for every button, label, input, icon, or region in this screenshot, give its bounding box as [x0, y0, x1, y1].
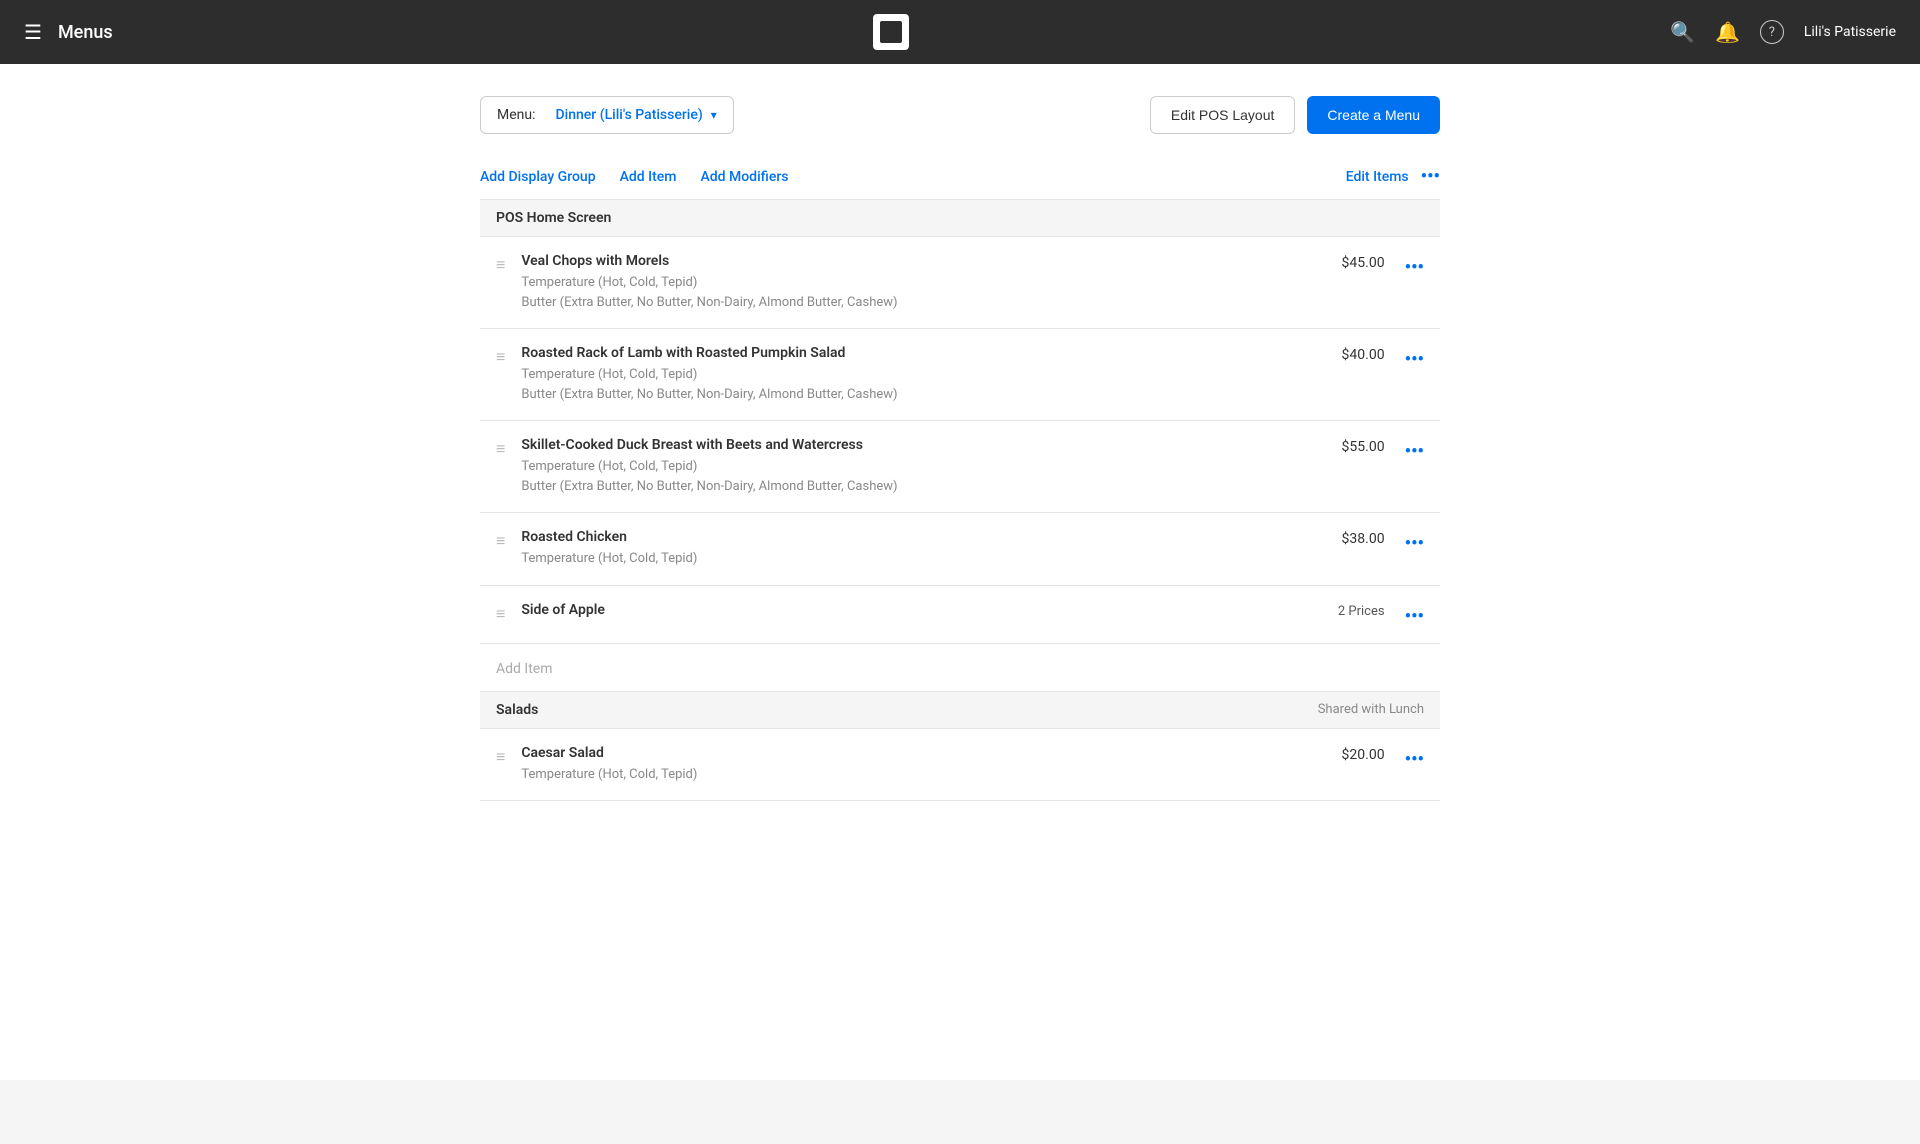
- item-right: $38.00 •••: [1342, 529, 1424, 554]
- nav-title: Menus: [58, 22, 113, 43]
- item-modifier: Butter (Extra Butter, No Butter, Non-Dai…: [521, 293, 1341, 313]
- drag-handle-icon[interactable]: ≡: [496, 347, 505, 367]
- drag-handle-icon[interactable]: ≡: [496, 747, 505, 767]
- drag-handle-icon[interactable]: ≡: [496, 439, 505, 459]
- item-info: Skillet-Cooked Duck Breast with Beets an…: [521, 437, 1341, 496]
- nav-right: 🔍 🔔 ? Lili's Patisserie: [1670, 20, 1896, 44]
- main-wrapper: Menu: Dinner (Lili's Patisserie) ▾ Edit …: [0, 64, 1920, 1080]
- table-row: ≡ Roasted Rack of Lamb with Roasted Pump…: [480, 329, 1440, 421]
- table-row: ≡ Side of Apple 2 Prices •••: [480, 586, 1440, 644]
- section-title-pos: POS Home Screen: [496, 210, 611, 226]
- item-right: $45.00 •••: [1342, 253, 1424, 278]
- add-modifiers-link[interactable]: Add Modifiers: [700, 169, 788, 185]
- drag-handle-icon[interactable]: ≡: [496, 604, 505, 624]
- drag-handle-icon[interactable]: ≡: [496, 531, 505, 551]
- item-modifier: Temperature (Hot, Cold, Tepid): [521, 457, 1341, 477]
- section-subtitle-salads: Shared with Lunch: [1318, 702, 1424, 717]
- item-modifier: Temperature (Hot, Cold, Tepid): [521, 365, 1341, 385]
- section-title-salads: Salads: [496, 702, 538, 718]
- item-more-icon[interactable]: •••: [1405, 257, 1424, 278]
- item-name: Roasted Chicken: [521, 529, 1341, 545]
- item-modifier: Temperature (Hot, Cold, Tepid): [521, 549, 1341, 569]
- nav-center: [113, 14, 1670, 50]
- edit-pos-layout-button[interactable]: Edit POS Layout: [1150, 96, 1296, 134]
- hamburger-icon[interactable]: ☰: [24, 20, 42, 44]
- item-right: $40.00 •••: [1342, 345, 1424, 370]
- item-info: Veal Chops with Morels Temperature (Hot,…: [521, 253, 1341, 312]
- user-menu[interactable]: Lili's Patisserie: [1804, 24, 1896, 40]
- item-price-special: 2 Prices: [1338, 604, 1385, 619]
- create-menu-button[interactable]: Create a Menu: [1307, 96, 1440, 134]
- action-links: Add Display Group Add Item Add Modifiers: [480, 169, 1346, 185]
- toolbar: Menu: Dinner (Lili's Patisserie) ▾ Edit …: [480, 96, 1440, 134]
- item-more-icon[interactable]: •••: [1405, 749, 1424, 770]
- item-info: Roasted Chicken Temperature (Hot, Cold, …: [521, 529, 1341, 569]
- item-right: $55.00 •••: [1342, 437, 1424, 462]
- item-right: 2 Prices •••: [1338, 602, 1424, 627]
- item-more-icon[interactable]: •••: [1405, 441, 1424, 462]
- menu-value: Dinner (Lili's Patisserie): [556, 107, 703, 123]
- item-name: Skillet-Cooked Duck Breast with Beets an…: [521, 437, 1341, 453]
- menu-selector[interactable]: Menu: Dinner (Lili's Patisserie) ▾: [480, 96, 734, 134]
- item-more-icon[interactable]: •••: [1405, 606, 1424, 627]
- add-item-link[interactable]: Add Item: [620, 169, 677, 185]
- item-price: $20.00: [1342, 747, 1385, 763]
- item-modifier: Butter (Extra Butter, No Butter, Non-Dai…: [521, 385, 1341, 405]
- add-item-placeholder[interactable]: Add Item: [480, 644, 1440, 692]
- item-price: $45.00: [1342, 255, 1385, 271]
- item-name: Side of Apple: [521, 602, 1338, 618]
- nav-left: ☰ Menus: [24, 20, 113, 44]
- content-area: Menu: Dinner (Lili's Patisserie) ▾ Edit …: [480, 96, 1440, 1048]
- bell-icon[interactable]: 🔔: [1715, 20, 1740, 44]
- item-price: $38.00: [1342, 531, 1385, 547]
- table-row: ≡ Roasted Chicken Temperature (Hot, Cold…: [480, 513, 1440, 586]
- table-row: ≡ Veal Chops with Morels Temperature (Ho…: [480, 237, 1440, 329]
- item-price: $55.00: [1342, 439, 1385, 455]
- item-more-icon[interactable]: •••: [1405, 349, 1424, 370]
- drag-handle-icon[interactable]: ≡: [496, 255, 505, 275]
- chevron-down-icon: ▾: [711, 108, 717, 122]
- item-info: Roasted Rack of Lamb with Roasted Pumpki…: [521, 345, 1341, 404]
- item-price: $40.00: [1342, 347, 1385, 363]
- help-icon[interactable]: ?: [1760, 20, 1784, 44]
- top-navigation: ☰ Menus 🔍 🔔 ? Lili's Patisserie: [0, 0, 1920, 64]
- square-logo-inner: [880, 21, 902, 43]
- item-modifier: Temperature (Hot, Cold, Tepid): [521, 765, 1341, 785]
- menu-label: Menu:: [497, 107, 536, 123]
- item-modifier: Butter (Extra Butter, No Butter, Non-Dai…: [521, 477, 1341, 497]
- add-display-group-link[interactable]: Add Display Group: [480, 169, 596, 185]
- search-icon[interactable]: 🔍: [1670, 20, 1695, 44]
- item-more-icon[interactable]: •••: [1405, 533, 1424, 554]
- table-row: ≡ Skillet-Cooked Duck Breast with Beets …: [480, 421, 1440, 513]
- item-name: Caesar Salad: [521, 745, 1341, 761]
- item-info: Caesar Salad Temperature (Hot, Cold, Tep…: [521, 745, 1341, 785]
- table-row: ≡ Caesar Salad Temperature (Hot, Cold, T…: [480, 729, 1440, 802]
- item-info: Side of Apple: [521, 602, 1338, 622]
- action-bar-right: Edit Items •••: [1346, 166, 1440, 187]
- edit-items-link[interactable]: Edit Items: [1346, 169, 1409, 185]
- section-header-salads: Salads Shared with Lunch: [480, 692, 1440, 729]
- action-bar-more-icon[interactable]: •••: [1421, 166, 1440, 187]
- add-item-placeholder-text: Add Item: [496, 661, 553, 677]
- item-name: Veal Chops with Morels: [521, 253, 1341, 269]
- item-modifier: Temperature (Hot, Cold, Tepid): [521, 273, 1341, 293]
- section-header-pos: POS Home Screen: [480, 200, 1440, 237]
- square-logo[interactable]: [873, 14, 909, 50]
- item-name: Roasted Rack of Lamb with Roasted Pumpki…: [521, 345, 1341, 361]
- item-right: $20.00 •••: [1342, 745, 1424, 770]
- action-bar: Add Display Group Add Item Add Modifiers…: [480, 166, 1440, 200]
- toolbar-right: Edit POS Layout Create a Menu: [1150, 96, 1440, 134]
